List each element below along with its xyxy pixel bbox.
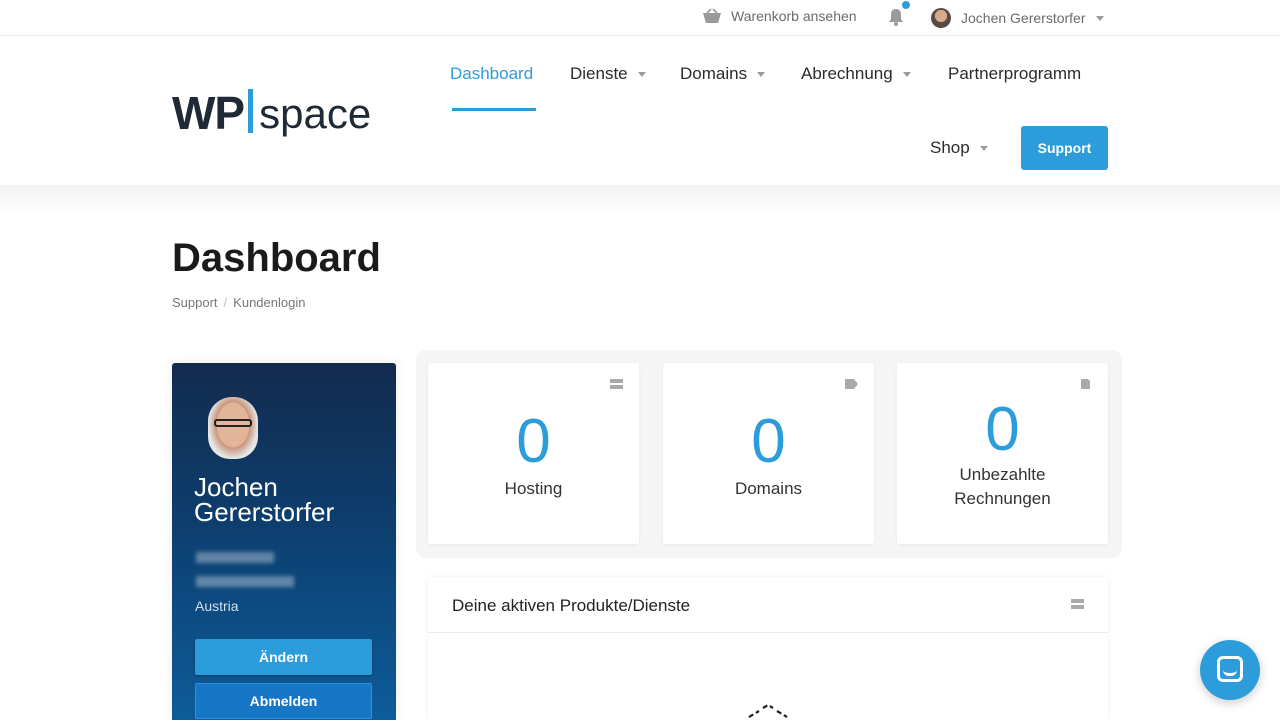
nav-shop[interactable]: Shop xyxy=(930,138,988,158)
chat-launcher-button[interactable] xyxy=(1200,640,1260,700)
stat-tile-domains[interactable]: 0 Domains xyxy=(663,363,874,544)
stat-tile-hosting[interactable]: 0 Hosting xyxy=(428,363,639,544)
nav-abrechnung[interactable]: Abrechnung xyxy=(801,64,911,84)
panel-title: Deine aktiven Produkte/Dienste xyxy=(452,596,691,615)
chevron-down-icon xyxy=(902,71,911,77)
photo-glasses xyxy=(214,419,252,427)
chevron-down-icon xyxy=(757,71,766,77)
notifications-button[interactable] xyxy=(886,1,910,29)
nav-dashboard[interactable]: Dashboard xyxy=(450,64,533,84)
avatar xyxy=(931,8,951,28)
nav-domains-label: Domains xyxy=(680,64,748,83)
address-line-redacted xyxy=(196,552,274,563)
profile-name: Jochen Gererstorfer xyxy=(194,472,335,527)
user-name: Jochen Gererstorfer xyxy=(961,10,1086,26)
view-cart-label: Warenkorb ansehen xyxy=(731,8,857,24)
stat-value: 0 xyxy=(516,407,551,476)
document-icon xyxy=(1081,379,1090,389)
profile-card: Jochen Gererstorfer Austria Ändern Abmel… xyxy=(172,363,396,720)
chevron-down-icon xyxy=(1095,15,1104,21)
nav-dashboard-label: Dashboard xyxy=(450,64,534,83)
user-menu[interactable]: Jochen Gererstorfer xyxy=(931,8,1104,28)
logo-divider xyxy=(248,89,254,133)
address-line-redacted xyxy=(196,576,294,587)
nav-shop-label: Shop xyxy=(930,138,970,157)
nav-partnerprogramm-label: Partnerprogramm xyxy=(948,64,1082,83)
server-icon xyxy=(610,379,623,389)
logo-wp: WP xyxy=(172,87,245,139)
breadcrumb-support[interactable]: Support xyxy=(172,295,218,310)
bell-icon xyxy=(889,9,903,26)
breadcrumb: Support / Kundenlogin xyxy=(172,295,305,310)
logo-space: space xyxy=(259,90,372,137)
breadcrumb-separator: / xyxy=(223,295,228,310)
stat-value: 0 xyxy=(751,407,786,476)
header-shadow-band xyxy=(0,185,1280,215)
tag-icon xyxy=(845,379,858,389)
loading-spinner-icon xyxy=(748,703,788,718)
stat-tile-invoices[interactable]: 0 Unbezahlte Rechnungen xyxy=(897,363,1108,544)
chat-icon xyxy=(1217,656,1243,682)
stat-value: 0 xyxy=(985,395,1020,464)
chevron-down-icon xyxy=(637,71,646,77)
page-title: Dashboard xyxy=(172,236,381,280)
nav-domains[interactable]: Domains xyxy=(680,64,766,84)
active-products-panel: Deine aktiven Produkte/Dienste xyxy=(428,577,1108,720)
view-cart-link[interactable]: Warenkorb ansehen xyxy=(702,8,857,24)
stat-label: Hosting xyxy=(504,479,563,498)
panel-header: Deine aktiven Produkte/Dienste xyxy=(428,577,1108,633)
stat-label: Domains xyxy=(734,479,803,498)
main-header: WP space Dashboard Dienste Domains Abrec… xyxy=(0,37,1280,185)
profile-country: Austria xyxy=(195,598,239,614)
edit-profile-button[interactable]: Ändern xyxy=(195,639,372,675)
nav-partnerprogramm[interactable]: Partnerprogramm xyxy=(948,64,1081,84)
nav-dienste-label: Dienste xyxy=(570,64,628,83)
basket-icon xyxy=(703,8,721,23)
breadcrumb-kundenlogin: Kundenlogin xyxy=(233,295,306,310)
logout-button[interactable]: Abmelden xyxy=(195,683,372,719)
profile-photo xyxy=(208,397,258,459)
chevron-down-icon xyxy=(979,145,988,151)
top-bar: Warenkorb ansehen Jochen Gererstorfer xyxy=(0,0,1280,36)
server-icon xyxy=(1071,599,1084,609)
support-button[interactable]: Support xyxy=(1021,126,1108,170)
nav-abrechnung-label: Abrechnung xyxy=(801,64,893,83)
notification-dot xyxy=(902,1,910,9)
wpspace-logo[interactable]: WP space xyxy=(172,87,372,139)
nav-active-underline xyxy=(452,108,536,111)
nav-dienste[interactable]: Dienste xyxy=(570,64,646,84)
stat-label: Unbezahlte Rechnungen xyxy=(954,465,1051,508)
